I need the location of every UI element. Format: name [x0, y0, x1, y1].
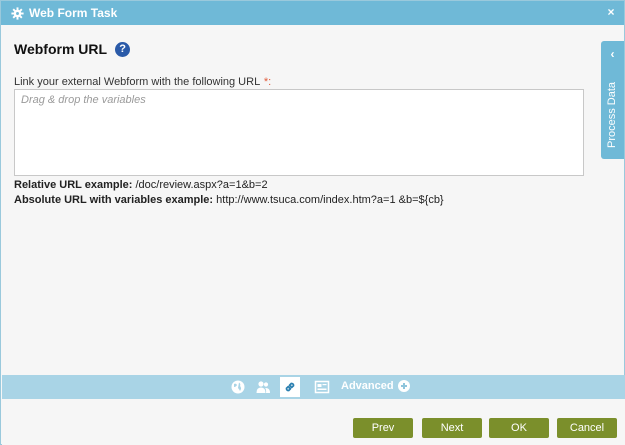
gear-icon — [10, 6, 24, 20]
absolute-example-label: Absolute URL with variables example: — [14, 194, 214, 206]
webform-url-input[interactable] — [14, 89, 584, 176]
process-data-label: Process Data — [606, 81, 618, 148]
process-data-tab[interactable]: ‹ Process Data — [601, 41, 624, 159]
close-button[interactable]: × — [604, 5, 618, 19]
required-marker: *: — [263, 76, 272, 88]
web-form-task-dialog: Web Form Task × Webform URL ? Link your … — [0, 0, 625, 445]
footer-buttons: Prev Next OK Cancel — [2, 399, 625, 445]
url-label-text: Link your external Webform with the foll… — [14, 76, 260, 88]
advanced-label: Advanced — [341, 380, 394, 392]
url-field-label: Link your external Webform with the foll… — [14, 76, 271, 88]
globe-icon[interactable] — [228, 377, 248, 397]
cancel-button[interactable]: Cancel — [557, 418, 617, 438]
link-icon[interactable] — [280, 377, 300, 397]
absolute-example-value: http://www.tsuca.com/index.htm?a=1 &b=${… — [216, 194, 444, 206]
absolute-url-example: Absolute URL with variables example: htt… — [14, 194, 444, 206]
plus-circle-icon — [397, 380, 410, 392]
ok-button[interactable]: OK — [489, 418, 549, 438]
page-title: Webform URL — [14, 41, 108, 57]
bottom-toolbar: Advanced — [2, 375, 625, 399]
users-icon[interactable] — [253, 377, 273, 397]
chevron-left-icon: ‹ — [610, 47, 615, 61]
section-heading: Webform URL ? — [14, 41, 131, 57]
form-icon[interactable] — [312, 377, 332, 397]
relative-example-value: /doc/review.aspx?a=1&b=2 — [135, 179, 268, 191]
window-title: Web Form Task — [29, 6, 118, 20]
prev-button[interactable]: Prev — [353, 418, 413, 438]
title-bar: Web Form Task × — [1, 1, 624, 25]
main-content: Webform URL ? Link your external Webform… — [2, 25, 602, 375]
next-button[interactable]: Next — [422, 418, 482, 438]
advanced-button[interactable]: Advanced — [341, 380, 410, 392]
relative-example-label: Relative URL example: — [14, 179, 133, 191]
relative-url-example: Relative URL example: /doc/review.aspx?a… — [14, 179, 268, 191]
help-icon[interactable]: ? — [115, 41, 131, 57]
